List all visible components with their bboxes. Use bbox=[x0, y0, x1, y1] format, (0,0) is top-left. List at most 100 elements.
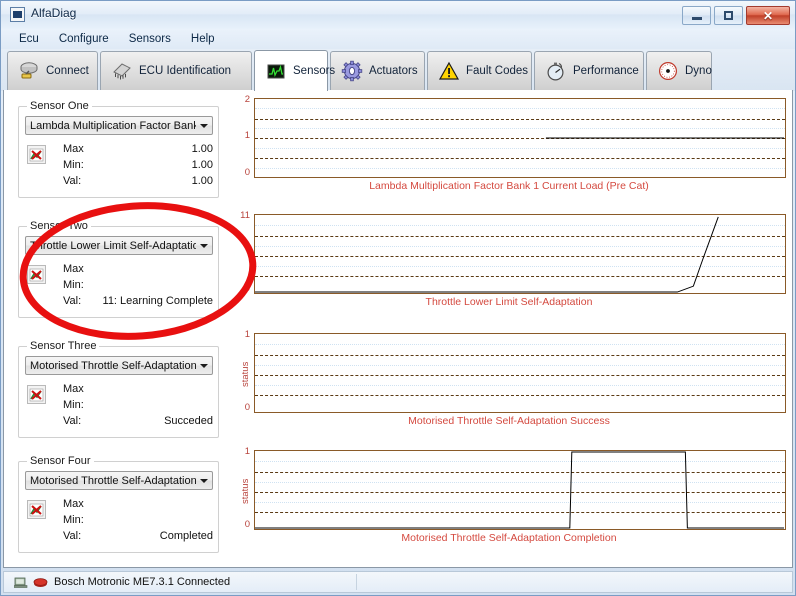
readout-label: Min: bbox=[63, 399, 84, 411]
sensor-three-selected-value: Motorised Throttle Self-Adaptation S bbox=[30, 359, 196, 372]
clear-graph-icon bbox=[29, 148, 44, 161]
sensor-four-select[interactable]: Motorised Throttle Self-Adaptation C bbox=[25, 471, 213, 490]
readout-label: Min: bbox=[63, 514, 84, 526]
sensor-four-readouts: Max Min: Val: Completed bbox=[63, 498, 215, 546]
tab-fault-codes[interactable]: Fault Codes bbox=[427, 51, 532, 90]
maximize-button[interactable] bbox=[714, 6, 743, 25]
sensor-three-select[interactable]: Motorised Throttle Self-Adaptation S bbox=[25, 356, 213, 375]
chart4-plot-area[interactable] bbox=[254, 450, 786, 530]
tab-ecu-identification[interactable]: ECU Identification bbox=[100, 51, 252, 90]
menu-bar: Ecu Configure Sensors Help bbox=[1, 29, 795, 49]
readout-row: Max bbox=[63, 383, 215, 399]
tab-dyno-label: Dyno bbox=[685, 65, 712, 77]
chevron-down-icon bbox=[196, 472, 212, 489]
sensor-one-selected-value: Lambda Multiplication Factor Bank bbox=[30, 119, 196, 132]
dial-gauge-icon bbox=[657, 60, 679, 82]
chart1-caption: Lambda Multiplication Factor Bank 1 Curr… bbox=[369, 180, 649, 192]
status-bar: Bosch Motronic ME7.3.1 Connected bbox=[3, 571, 793, 593]
readout-row: Max 1.00 bbox=[63, 143, 215, 159]
chart3-plot-area[interactable] bbox=[254, 333, 786, 413]
sensor-one-group: Sensor One Lambda Multiplication Factor … bbox=[18, 100, 219, 198]
connect-plug-icon bbox=[18, 60, 40, 82]
sensors-panel: Sensor One Lambda Multiplication Factor … bbox=[3, 90, 793, 568]
chart2-ytick-bottom: 0 bbox=[244, 283, 250, 294]
menu-item-sensors[interactable]: Sensors bbox=[119, 31, 181, 47]
readout-row: Min: bbox=[63, 514, 215, 530]
readout-row: Min: bbox=[63, 279, 215, 295]
cable-icon bbox=[33, 575, 48, 589]
sensor-one-select[interactable]: Lambda Multiplication Factor Bank bbox=[25, 116, 213, 135]
chart3-ytick-bottom: 0 bbox=[244, 402, 250, 413]
gridline bbox=[255, 344, 785, 345]
readout-row: Min: 1.00 bbox=[63, 159, 215, 175]
readout-value: 11: Learning Complete bbox=[102, 295, 213, 307]
readout-label: Val: bbox=[63, 295, 82, 307]
sensor-two-readouts: Max Min: Val: 11: Learning Complete bbox=[63, 263, 215, 311]
tab-performance[interactable]: Performance bbox=[534, 51, 644, 90]
chart3-ytick-top: 1 bbox=[244, 329, 250, 340]
readout-label: Val: bbox=[63, 175, 82, 187]
sensor-four-selected-value: Motorised Throttle Self-Adaptation C bbox=[30, 474, 196, 487]
chart2-caption: Throttle Lower Limit Self-Adaptation bbox=[425, 296, 593, 308]
sensor-four-group: Sensor Four Motorised Throttle Self-Adap… bbox=[18, 455, 219, 553]
sensor-four-clear-graph-button[interactable] bbox=[27, 500, 46, 519]
menu-item-help[interactable]: Help bbox=[181, 31, 225, 47]
chart4-ytick-bottom: 0 bbox=[244, 519, 250, 530]
readout-label: Min: bbox=[63, 279, 84, 291]
chart1-plot-area[interactable] bbox=[254, 98, 786, 178]
clear-graph-icon bbox=[29, 268, 44, 281]
tab-dyno[interactable]: Dyno bbox=[646, 51, 712, 90]
chart-monitor-icon bbox=[10, 7, 25, 22]
readout-value: 1.00 bbox=[191, 159, 213, 171]
gridline bbox=[255, 385, 785, 386]
status-connection-pane: Bosch Motronic ME7.3.1 Connected bbox=[4, 572, 356, 592]
gridline bbox=[255, 395, 785, 396]
chevron-down-icon bbox=[196, 357, 212, 374]
tab-sensors[interactable]: Sensors bbox=[254, 50, 335, 91]
chart-self-adaptation-completion: 1 0 status Motorised Throttle Self-Adapt… bbox=[232, 446, 786, 550]
readout-row: Min: bbox=[63, 399, 215, 415]
sensor-two-clear-graph-button[interactable] bbox=[27, 265, 46, 284]
sensor-two-group: Sensor Two Throttle Lower Limit Self-Ada… bbox=[18, 220, 219, 318]
tab-performance-label: Performance bbox=[573, 65, 639, 77]
chart3-yaxis-label: status bbox=[240, 361, 251, 387]
chart4-caption: Motorised Throttle Self-Adaptation Compl… bbox=[401, 532, 617, 544]
chart2-plot-area[interactable] bbox=[254, 214, 786, 294]
sensor-four-title: Sensor Four bbox=[27, 455, 94, 467]
status-extra-pane bbox=[357, 572, 792, 592]
menu-item-configure[interactable]: Configure bbox=[49, 31, 119, 47]
title-bar: AlfaDiag ✕ bbox=[1, 1, 795, 29]
sensor-one-title: Sensor One bbox=[27, 100, 92, 112]
menu-item-ecu[interactable]: Ecu bbox=[9, 31, 49, 47]
toolbar-tabs: Connect ECU Identification Sensors Actua… bbox=[1, 49, 795, 91]
readout-row: Max bbox=[63, 263, 215, 279]
chart1-series-line bbox=[545, 137, 785, 139]
chevron-down-icon bbox=[196, 117, 212, 134]
readout-row: Val: Succeded bbox=[63, 415, 215, 431]
chart4-series-line bbox=[255, 451, 785, 529]
sensor-one-clear-graph-button[interactable] bbox=[27, 145, 46, 164]
sensor-two-select[interactable]: Throttle Lower Limit Self-Adaptation bbox=[25, 236, 213, 255]
close-button[interactable]: ✕ bbox=[746, 6, 790, 25]
window-title: AlfaDiag bbox=[31, 6, 77, 20]
tab-actuators-label: Actuators bbox=[369, 65, 418, 77]
sensor-three-group: Sensor Three Motorised Throttle Self-Ada… bbox=[18, 340, 219, 438]
gridline bbox=[255, 355, 785, 356]
readout-value: Succeded bbox=[164, 415, 213, 427]
sensor-two-title: Sensor Two bbox=[27, 220, 91, 232]
tab-actuators[interactable]: Actuators bbox=[330, 51, 425, 90]
tab-connect-label: Connect bbox=[46, 65, 89, 77]
readout-label: Max bbox=[63, 498, 84, 510]
tab-connect[interactable]: Connect bbox=[7, 51, 98, 90]
readout-label: Max bbox=[63, 263, 84, 275]
gear-icon bbox=[341, 60, 363, 82]
readout-row: Max bbox=[63, 498, 215, 514]
sensor-two-selected-value: Throttle Lower Limit Self-Adaptation bbox=[30, 239, 196, 252]
sensor-three-clear-graph-button[interactable] bbox=[27, 385, 46, 404]
chart4-ytick-top: 1 bbox=[244, 446, 250, 457]
tab-fault-codes-label: Fault Codes bbox=[466, 65, 529, 77]
sensor-one-readouts: Max 1.00 Min: 1.00 Val: 1.00 bbox=[63, 143, 215, 191]
minimize-button[interactable] bbox=[682, 6, 711, 25]
chart1-ytick-mid: 1 bbox=[244, 130, 250, 141]
readout-label: Val: bbox=[63, 415, 82, 427]
